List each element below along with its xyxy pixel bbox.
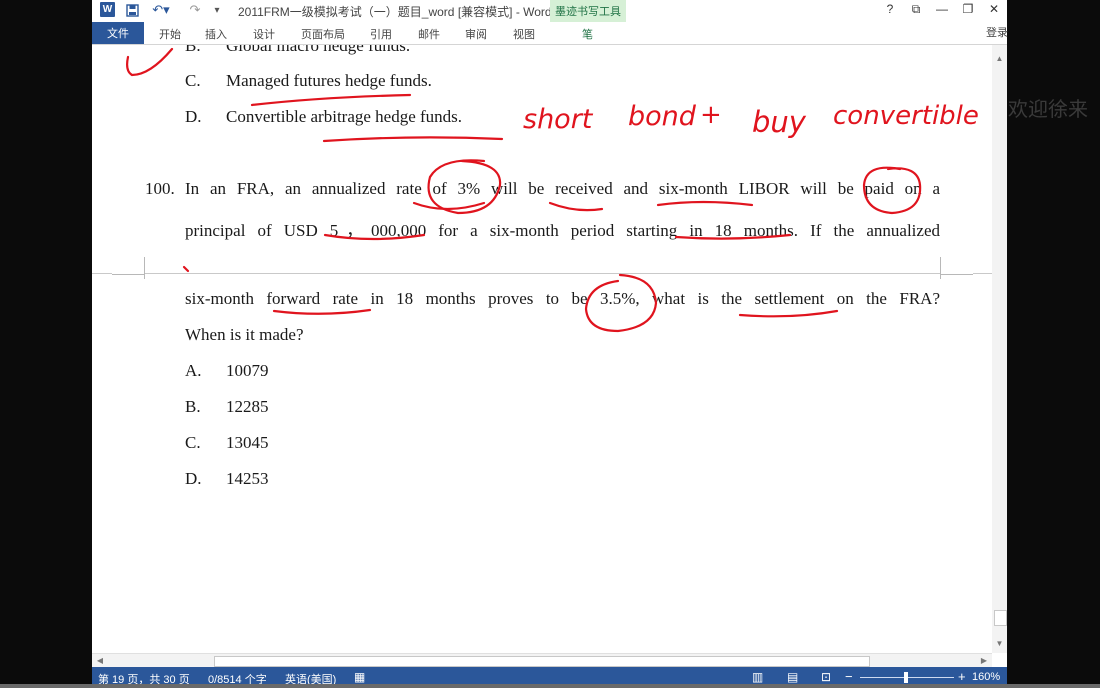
option-letter: B. bbox=[185, 397, 201, 416]
scroll-down-icon[interactable]: ▼ bbox=[992, 637, 1007, 651]
question-number: 100. bbox=[145, 179, 175, 198]
option-letter: A. bbox=[185, 361, 202, 380]
option-text: 13045 bbox=[226, 433, 269, 452]
ink-annotations: short bond + buy convertible bbox=[126, 47, 979, 333]
option-text: 12285 bbox=[226, 397, 269, 416]
scroll-right-icon[interactable]: ▶ bbox=[978, 654, 990, 668]
word-window: W ↶▾ ↷ ▾ 2011FRM一级模拟考试（一）题目_word [兼容模式] … bbox=[92, 0, 1007, 688]
cut-off-line: Global macro hedge funds. bbox=[226, 45, 411, 55]
option-text: Convertible arbitrage hedge funds. bbox=[226, 107, 463, 126]
redo-icon[interactable]: ↷ bbox=[187, 2, 203, 18]
overlay-watermark-text: 欢迎徐来（13 bbox=[1008, 99, 1100, 121]
ink-underline bbox=[250, 93, 412, 107]
vertical-scroll-thumb[interactable] bbox=[994, 610, 1007, 626]
page-corner-mark bbox=[940, 274, 973, 279]
read-mode-icon[interactable]: ▥ bbox=[752, 670, 763, 684]
tab-file[interactable]: 文件 bbox=[92, 22, 144, 44]
question-line: In an FRA, an annualized rate of 3% will… bbox=[185, 179, 940, 198]
tab-pens[interactable]: 笔 bbox=[582, 26, 593, 42]
ink-tools-label: 墨迹书写工具 bbox=[555, 6, 621, 18]
restore-button[interactable]: ❐ bbox=[958, 2, 978, 16]
undo-icon[interactable]: ↶▾ bbox=[152, 2, 170, 18]
tab-view[interactable]: 视图 bbox=[513, 26, 535, 42]
option-letter: C. bbox=[185, 71, 201, 90]
minimize-button[interactable]: — bbox=[932, 2, 952, 16]
tab-insert[interactable]: 插入 bbox=[205, 26, 227, 42]
ink-word: bond bbox=[628, 101, 697, 132]
macro-record-icon[interactable]: ▦ bbox=[354, 670, 365, 684]
ink-underline bbox=[656, 200, 754, 207]
scroll-up-icon[interactable]: ▲ bbox=[992, 52, 1007, 66]
print-layout-icon[interactable]: ▤ bbox=[787, 670, 798, 684]
ribbon-display-button[interactable]: ⧉ bbox=[906, 2, 926, 17]
scroll-left-icon[interactable]: ◀ bbox=[94, 654, 106, 668]
page-corner-mark bbox=[112, 274, 145, 279]
horizontal-scroll-thumb[interactable] bbox=[214, 656, 870, 667]
zoom-level[interactable]: 160% bbox=[972, 671, 1000, 683]
page-break bbox=[92, 273, 992, 274]
web-layout-icon[interactable]: ⊡ bbox=[821, 670, 831, 684]
option-letter: C. bbox=[185, 433, 201, 452]
option-text: 10079 bbox=[226, 361, 269, 380]
tab-mailings[interactable]: 邮件 bbox=[418, 26, 440, 42]
option-text: Managed futures hedge funds. bbox=[226, 71, 432, 90]
ink-check-mark bbox=[126, 47, 174, 77]
ink-underline bbox=[272, 308, 372, 315]
tab-home[interactable]: 开始 bbox=[159, 26, 181, 42]
tab-design[interactable]: 设计 bbox=[253, 26, 275, 42]
ink-underline bbox=[738, 309, 839, 318]
screen-bottom-edge bbox=[0, 684, 1100, 688]
customize-qat-icon[interactable]: ▾ bbox=[211, 2, 223, 18]
ink-underline bbox=[548, 201, 604, 212]
ribbon-tabs: 文件 开始 插入 设计 页面布局 引用 邮件 审阅 视图 笔 bbox=[92, 22, 1007, 45]
help-button[interactable]: ? bbox=[880, 2, 900, 16]
tab-references[interactable]: 引用 bbox=[370, 26, 392, 42]
sign-in-link[interactable]: 登录 bbox=[986, 24, 1008, 40]
ink-word: convertible bbox=[833, 101, 979, 131]
option-text: 14253 bbox=[226, 469, 269, 488]
tab-review[interactable]: 审阅 bbox=[465, 26, 487, 42]
option-letter: B. bbox=[185, 45, 201, 55]
option-letter: D. bbox=[185, 107, 202, 126]
zoom-out-button[interactable]: − bbox=[845, 669, 853, 684]
question-line: When is it made? bbox=[185, 325, 304, 344]
save-icon[interactable] bbox=[125, 2, 139, 18]
horizontal-scrollbar[interactable]: ◀ ▶ bbox=[92, 653, 992, 668]
ink-underline bbox=[322, 136, 504, 143]
option-letter: D. bbox=[185, 469, 202, 488]
tab-layout[interactable]: 页面布局 bbox=[301, 26, 345, 42]
word-app-icon[interactable]: W bbox=[100, 2, 115, 17]
close-button[interactable]: ✕ bbox=[984, 2, 1004, 16]
document-area[interactable]: B. Global macro hedge funds. C. Managed … bbox=[92, 45, 992, 653]
question-line: principal of USD 5，000,000 for a six-mon… bbox=[185, 221, 940, 240]
question-line: six-month forward rate in 18 months prov… bbox=[185, 289, 940, 308]
zoom-in-button[interactable]: + bbox=[958, 669, 966, 684]
ink-tick bbox=[182, 265, 190, 273]
zoom-slider-thumb[interactable] bbox=[904, 672, 908, 683]
vertical-scrollbar[interactable]: ▲ ▼ bbox=[992, 45, 1007, 653]
window-title: 2011FRM一级模拟考试（一）题目_word [兼容模式] - Word bbox=[238, 5, 552, 19]
ink-word: buy bbox=[752, 105, 807, 139]
title-bar: W ↶▾ ↷ ▾ 2011FRM一级模拟考试（一）题目_word [兼容模式] … bbox=[92, 0, 1007, 44]
ink-word: short bbox=[523, 104, 594, 135]
ink-word: + bbox=[700, 100, 722, 130]
ink-underline bbox=[412, 201, 486, 211]
